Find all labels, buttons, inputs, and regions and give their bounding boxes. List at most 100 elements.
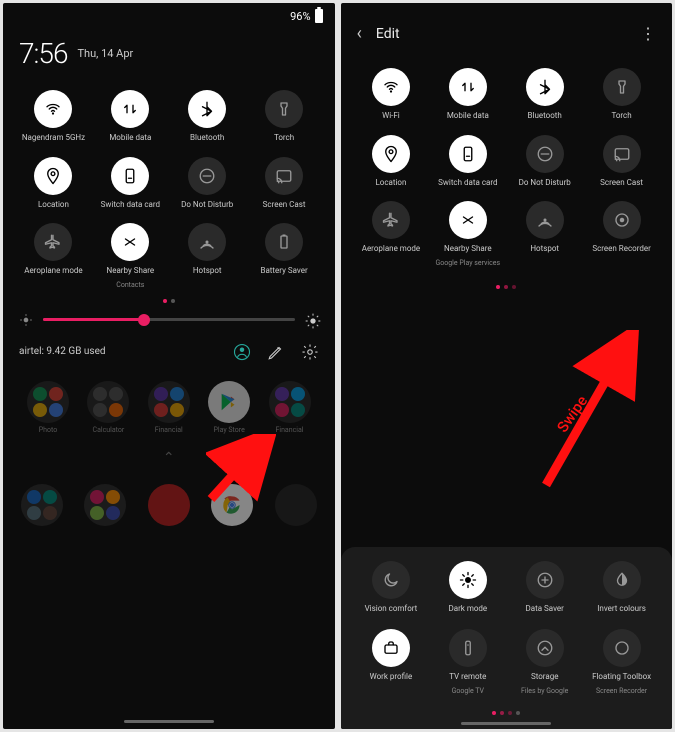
moon-icon[interactable] (372, 561, 410, 599)
tile-label: Wi-Fi (382, 111, 400, 121)
tile-dnd[interactable]: Do Not Disturb (169, 157, 246, 210)
tile-nearby[interactable]: Nearby ShareGoogle Play services (429, 201, 506, 267)
tile-wifi[interactable]: Wi-Fi (353, 68, 430, 121)
dock-app[interactable] (148, 484, 190, 526)
tile-nearby[interactable]: Nearby ShareContacts (92, 223, 169, 289)
tile-datasaver[interactable]: Data Saver (506, 561, 583, 614)
hotspot-icon[interactable] (188, 223, 226, 261)
app-label: Calculator (93, 426, 125, 434)
tile-airplane[interactable]: Aeroplane mode (353, 201, 430, 267)
tile-label: Hotspot (530, 244, 559, 254)
tile-remote[interactable]: TV remoteGoogle TV (429, 629, 506, 695)
app-label: Play Store (213, 426, 244, 434)
tile-torch[interactable]: Torch (246, 90, 323, 143)
tile-dnd[interactable]: Do Not Disturb (506, 135, 583, 188)
tile-label: Data Saver (526, 604, 564, 614)
data-icon[interactable] (449, 68, 487, 106)
tile-wifi[interactable]: Nagendram 5GHz (15, 90, 92, 143)
record-icon[interactable] (603, 201, 641, 239)
dark-icon[interactable] (449, 561, 487, 599)
cast-icon[interactable] (603, 135, 641, 173)
edit-page-indicator-top (341, 267, 673, 297)
tile-label: Location (38, 200, 69, 210)
tile-cast[interactable]: Screen Cast (246, 157, 323, 210)
data-usage-text[interactable]: airtel: 9.42 GB used (19, 346, 106, 357)
tile-dark[interactable]: Dark mode (429, 561, 506, 614)
tile-sim[interactable]: Switch data card (429, 135, 506, 188)
tile-work[interactable]: Work profile (353, 629, 430, 695)
nearby-icon[interactable] (449, 201, 487, 239)
hotspot-icon[interactable] (526, 201, 564, 239)
dnd-icon[interactable] (188, 157, 226, 195)
location-icon[interactable] (372, 135, 410, 173)
edit-tiles-top-grid: Wi-Fi Mobile data BluetoothTorch LocationSw… (341, 60, 673, 267)
bluetooth-icon[interactable] (188, 90, 226, 128)
settings-gear-icon[interactable] (301, 343, 319, 361)
dock-app[interactable] (21, 484, 63, 526)
sim-icon[interactable] (111, 157, 149, 195)
location-icon[interactable] (34, 157, 72, 195)
app-icon[interactable] (148, 381, 190, 423)
tile-location[interactable]: Location (353, 135, 430, 188)
app-calculator[interactable]: Calculator (81, 381, 135, 434)
battery-saver-icon[interactable] (265, 223, 303, 261)
tile-torch[interactable]: Torch (583, 68, 660, 121)
dnd-icon[interactable] (526, 135, 564, 173)
tile-moon[interactable]: Vision comfort (353, 561, 430, 614)
tile-sim[interactable]: Switch data card (92, 157, 169, 210)
tile-airplane[interactable]: Aeroplane mode (15, 223, 92, 289)
app-financial[interactable]: Financial (263, 381, 317, 434)
wifi-icon[interactable] (34, 90, 72, 128)
torch-icon[interactable] (603, 68, 641, 106)
dock-app[interactable] (84, 484, 126, 526)
cast-icon[interactable] (265, 157, 303, 195)
app-icon[interactable] (27, 381, 69, 423)
app-photo[interactable]: Photo (21, 381, 75, 434)
sim-icon[interactable] (449, 135, 487, 173)
tile-hotspot[interactable]: Hotspot (169, 223, 246, 289)
tile-invert[interactable]: Invert colours (583, 561, 660, 614)
edit-pencil-icon[interactable] (267, 343, 285, 361)
tile-location[interactable]: Location (15, 157, 92, 210)
tile-battery-saver[interactable]: Battery Saver (246, 223, 323, 289)
user-profile-icon[interactable] (233, 343, 251, 361)
bluetooth-icon[interactable] (526, 68, 564, 106)
tile-storage[interactable]: StorageFiles by Google (506, 629, 583, 695)
tile-hotspot[interactable]: Hotspot (506, 201, 583, 267)
datasaver-icon[interactable] (526, 561, 564, 599)
airplane-icon[interactable] (372, 201, 410, 239)
torch-icon[interactable] (265, 90, 303, 128)
app-play-store[interactable]: Play Store (202, 381, 256, 434)
work-icon[interactable] (372, 629, 410, 667)
data-icon[interactable] (111, 90, 149, 128)
tile-record[interactable]: Screen Recorder (583, 201, 660, 267)
navigation-pill[interactable] (124, 720, 214, 723)
back-icon[interactable]: ‹ (357, 23, 362, 44)
tile-bluetooth[interactable]: Bluetooth (506, 68, 583, 121)
app-icon[interactable] (269, 381, 311, 423)
dock-app[interactable] (211, 484, 253, 526)
tile-data[interactable]: Mobile data (429, 68, 506, 121)
dock-app[interactable] (275, 484, 317, 526)
tile-cast[interactable]: Screen Cast (583, 135, 660, 188)
tile-label: Nearby Share (107, 266, 155, 276)
navigation-pill[interactable] (461, 722, 551, 725)
airplane-icon[interactable] (34, 223, 72, 261)
app-icon[interactable] (208, 381, 250, 423)
app-drawer-chevron-icon[interactable]: ⌃ (21, 440, 317, 484)
wifi-icon[interactable] (372, 68, 410, 106)
tile-bluetooth[interactable]: Bluetooth (169, 90, 246, 143)
app-financial[interactable]: Financial (142, 381, 196, 434)
tile-sublabel: Google Play services (436, 259, 501, 267)
app-icon[interactable] (87, 381, 129, 423)
more-menu-icon[interactable]: ⋮ (640, 24, 656, 43)
storage-icon[interactable] (526, 629, 564, 667)
circle-icon[interactable] (603, 629, 641, 667)
remote-icon[interactable] (449, 629, 487, 667)
tile-circle[interactable]: Floating ToolboxScreen Recorder (583, 629, 660, 695)
tile-label: Mobile data (447, 111, 489, 121)
tile-data[interactable]: Mobile data (92, 90, 169, 143)
invert-icon[interactable] (603, 561, 641, 599)
nearby-icon[interactable] (111, 223, 149, 261)
brightness-slider[interactable] (43, 318, 295, 321)
